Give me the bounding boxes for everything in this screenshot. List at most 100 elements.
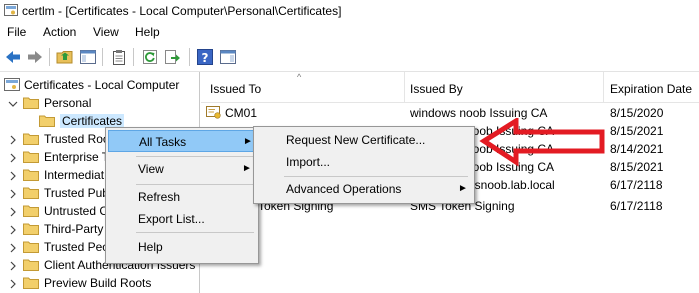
folder-icon xyxy=(23,168,39,181)
title-bar: certlm - [Certificates - Local Computer\… xyxy=(0,0,699,22)
folder-icon xyxy=(23,150,39,163)
menu-item-help[interactable]: Help xyxy=(108,236,256,258)
menu-item-refresh[interactable]: Refresh xyxy=(108,186,256,208)
menu-item-label: All Tasks xyxy=(139,135,187,149)
certificate-icon xyxy=(206,106,222,120)
menu-item-request-new-certificate[interactable]: Request New Certificate... xyxy=(256,129,472,151)
help-icon[interactable]: ? xyxy=(196,48,214,66)
certificate-app-icon xyxy=(4,4,18,16)
folder-icon xyxy=(23,204,39,217)
tree-root-label: Certificates - Local Computer xyxy=(24,78,180,92)
folder-icon xyxy=(23,222,39,235)
menu-item-advanced-operations[interactable]: Advanced Operations ► xyxy=(256,178,472,200)
menu-view[interactable]: View xyxy=(93,25,119,39)
column-header-expiration-date[interactable]: Expiration Date xyxy=(610,82,692,96)
toolbar-separator xyxy=(133,48,134,66)
folder-icon xyxy=(23,132,39,145)
cell-issued-by: wsnoob.lab.local xyxy=(466,178,555,192)
tree-item-label: Untrusted C xyxy=(44,204,109,218)
toolbar-separator xyxy=(49,48,50,66)
list-header: Issued To ^ Issued By Expiration Date xyxy=(201,72,699,103)
tree-item-label: Intermediat xyxy=(44,168,105,182)
menu-item-import[interactable]: Import... xyxy=(256,151,472,173)
menu-item-label: Import... xyxy=(286,155,331,169)
chevron-right-icon[interactable] xyxy=(8,260,18,271)
toolbar-separator xyxy=(102,48,103,66)
sort-ascending-icon: ^ xyxy=(297,72,302,82)
menu-item-view[interactable]: View ► xyxy=(108,158,256,180)
toolbar-separator xyxy=(189,48,190,66)
column-divider[interactable] xyxy=(404,72,405,102)
menu-item-label: View xyxy=(138,162,164,176)
menu-item-label: Advanced Operations xyxy=(286,182,402,196)
column-divider[interactable] xyxy=(603,72,604,102)
window-title: certlm - [Certificates - Local Computer\… xyxy=(22,4,342,18)
clipboard-icon[interactable] xyxy=(110,48,128,66)
tree-item[interactable]: Preview Build Roots xyxy=(8,274,198,292)
chevron-down-icon[interactable] xyxy=(8,98,18,108)
red-arrow-annotation xyxy=(479,118,605,167)
tree-item-label: Third-Party xyxy=(44,222,104,236)
all-tasks-submenu: Request New Certificate... Import... Adv… xyxy=(253,126,475,204)
certificates-snapin-icon xyxy=(4,78,20,91)
menu-item-label: Export List... xyxy=(138,212,205,226)
menu-item-export-list[interactable]: Export List... xyxy=(108,208,256,230)
menu-separator xyxy=(136,232,254,233)
context-menu: All Tasks ► View ► Refresh Export List..… xyxy=(105,127,259,264)
column-header-issued-to[interactable]: Issued To xyxy=(210,82,261,96)
folder-icon xyxy=(23,276,39,289)
folder-icon xyxy=(23,258,39,271)
toolbar: ? xyxy=(0,43,699,72)
table-row[interactable]: CM01 windows noob Issuing CA 8/15/2020 xyxy=(201,103,699,123)
export-list-icon[interactable] xyxy=(163,48,181,66)
folder-open-icon xyxy=(39,114,55,127)
svg-text:?: ? xyxy=(202,51,209,65)
cell-expiration-date: 6/17/2118 xyxy=(610,199,663,213)
tree-item-label: Certificates xyxy=(60,114,125,128)
menu-separator xyxy=(284,176,468,177)
tree-item-label: Enterprise T xyxy=(44,150,110,164)
chevron-right-icon[interactable] xyxy=(8,134,18,145)
cell-expiration-date: 8/14/2021 xyxy=(610,142,664,156)
tree-root[interactable]: Certificates - Local Computer xyxy=(4,76,199,94)
cell-expiration-date: 8/15/2020 xyxy=(610,106,664,120)
up-folder-icon[interactable] xyxy=(56,48,74,66)
submenu-arrow-icon: ► xyxy=(243,136,253,147)
cell-expiration-date: 8/15/2021 xyxy=(610,160,664,174)
tree-item-label: Trusted Roo xyxy=(44,132,110,146)
cell-issued-to: CM01 xyxy=(225,106,258,120)
menu-file[interactable]: File xyxy=(7,25,26,39)
cell-expiration-date: 6/17/2118 xyxy=(610,178,663,192)
chevron-right-icon[interactable] xyxy=(8,152,18,163)
menu-item-label: Request New Certificate... xyxy=(286,133,426,147)
chevron-right-icon[interactable] xyxy=(8,224,18,235)
chevron-right-icon[interactable] xyxy=(8,170,18,181)
submenu-arrow-icon: ► xyxy=(458,183,468,194)
folder-icon xyxy=(23,186,39,199)
menu-item-label: Refresh xyxy=(138,190,181,204)
menu-separator xyxy=(136,184,254,185)
tree-item-label: Personal xyxy=(44,96,92,110)
tree-item-label: Trusted Pub xyxy=(44,186,109,200)
forward-arrow-icon[interactable] xyxy=(26,48,44,66)
tree-item-label: Trusted Peo xyxy=(44,240,109,254)
tree-item-label: Preview Build Roots xyxy=(44,276,152,290)
chevron-right-icon[interactable] xyxy=(8,188,18,199)
column-header-issued-by[interactable]: Issued By xyxy=(410,82,463,96)
tree-item-personal[interactable]: Personal xyxy=(8,94,198,112)
menu-separator xyxy=(136,156,254,157)
refresh-icon[interactable] xyxy=(141,48,159,66)
menu-bar: File Action View Help xyxy=(0,22,699,42)
properties-pane-icon[interactable] xyxy=(219,48,237,66)
menu-item-all-tasks[interactable]: All Tasks ► xyxy=(108,130,256,152)
cell-expiration-date: 8/15/2021 xyxy=(610,124,664,138)
chevron-right-icon[interactable] xyxy=(8,278,18,289)
back-arrow-icon[interactable] xyxy=(4,48,22,66)
menu-help[interactable]: Help xyxy=(135,25,160,39)
show-hide-console-tree-icon[interactable] xyxy=(79,48,97,66)
folder-icon xyxy=(23,96,39,109)
menu-action[interactable]: Action xyxy=(43,25,76,39)
menu-item-label: Help xyxy=(138,240,163,254)
chevron-right-icon[interactable] xyxy=(8,206,18,217)
chevron-right-icon[interactable] xyxy=(8,242,18,253)
